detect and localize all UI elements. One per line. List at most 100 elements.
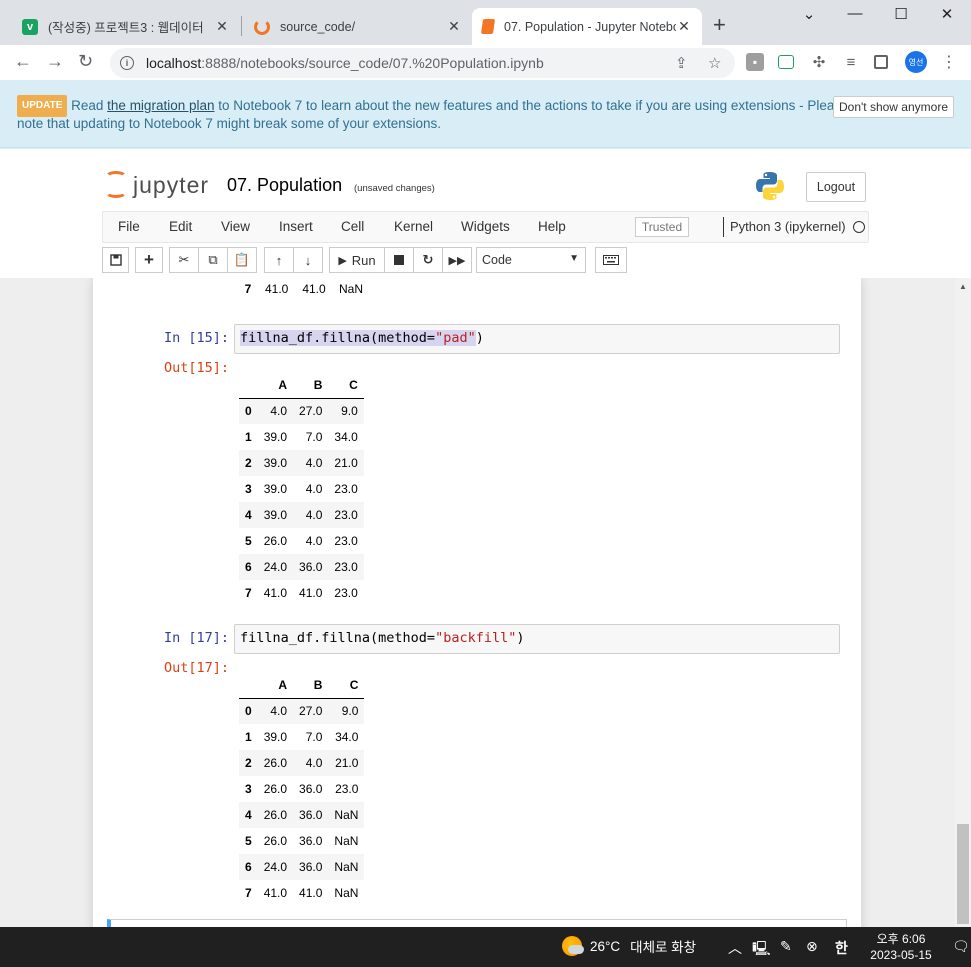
keyboard-shortcuts-icon[interactable] (595, 247, 627, 273)
browser-tab-source-code[interactable]: source_code/ ✕ (244, 8, 472, 45)
table-cell: 24.0 (263, 560, 288, 574)
url-bar[interactable]: i localhost:8888/notebooks/source_code/0… (110, 48, 735, 78)
scrollbar-thumb[interactable] (957, 824, 969, 924)
copy-icon[interactable]: ⧉ (198, 247, 228, 273)
column-header: C (328, 372, 364, 399)
cut-icon[interactable]: ✂ (169, 247, 199, 273)
volume-muted-icon[interactable]: ⊗ (806, 938, 818, 955)
menu-edit[interactable]: Edit (169, 219, 192, 234)
notebook-name[interactable]: 07. Population (227, 175, 342, 196)
network-icon[interactable]: 🖳 (752, 938, 771, 962)
table-cell: 26.0 (263, 534, 288, 548)
paste-icon[interactable]: 📋 (227, 247, 257, 273)
restart-icon[interactable]: ↻ (413, 247, 443, 273)
table-cell: 23.0 (334, 534, 358, 548)
cell-type-select[interactable]: Code ▼ (476, 247, 586, 273)
table-cell: 7.0 (305, 730, 323, 744)
row-index: 0 (245, 704, 252, 719)
browser-tab-strip: v (작성중) 프로젝트3 : 웹데이터 ✕ source_code/ ✕ 07… (0, 0, 971, 45)
table-cell: 39.0 (263, 508, 288, 522)
table-cell: 4.0 (305, 508, 323, 522)
menu-cell[interactable]: Cell (341, 219, 364, 234)
code-cell-input[interactable]: fillna_df.fillna(method="pad") (234, 324, 840, 354)
output-prompt: Out[17]: (163, 660, 229, 676)
move-up-icon[interactable]: ↑ (264, 247, 294, 273)
stop-icon[interactable] (384, 247, 414, 273)
table-cell: 23.0 (335, 782, 359, 796)
show-hidden-icons-icon[interactable]: ︿ (728, 938, 742, 958)
jupyter-logo[interactable]: jupyter (105, 171, 209, 199)
table-cell: NaN (334, 834, 359, 848)
close-window-button[interactable]: ✕ (924, 5, 970, 23)
notebook-toolbar: + ✂ ⧉ 📋 ↑ ↓ ▶ Run ↻ ▶▶ Code ▼ (102, 247, 882, 273)
share-icon[interactable]: ⇪ (675, 54, 688, 72)
migration-plan-link[interactable]: the migration plan (107, 98, 214, 113)
table-cell: 36.0 (299, 834, 323, 848)
media-control-icon[interactable]: ≡ (842, 53, 860, 71)
kernel-name[interactable]: Python 3 (ipykernel) (723, 217, 846, 237)
browser-tab-velog[interactable]: v (작성중) 프로젝트3 : 웹데이터 ✕ (12, 8, 240, 45)
selected-code-cell[interactable] (107, 919, 847, 927)
menu-file[interactable]: File (118, 219, 140, 234)
close-tab-icon[interactable]: ✕ (676, 18, 692, 35)
restart-run-all-icon[interactable]: ▶▶ (442, 247, 472, 273)
browser-tab-population[interactable]: 07. Population - Jupyter Notebo ✕ (472, 8, 702, 45)
profile-avatar[interactable]: 영선 (905, 51, 927, 73)
new-tab-button[interactable]: + (713, 14, 726, 36)
table-row: 5 26.0 4.0 23.0 (239, 528, 364, 554)
menu-view[interactable]: View (221, 219, 250, 234)
save-status: (unsaved changes) (354, 183, 435, 194)
notebook-icon (480, 19, 496, 34)
row-index: 5 (245, 834, 252, 848)
code-cell-input[interactable]: fillna_df.fillna(method="backfill") (234, 624, 840, 654)
tab-title: 07. Population - Jupyter Notebo (504, 19, 676, 34)
minimize-button[interactable]: — (832, 5, 878, 22)
tab-title: (작성중) 프로젝트3 : 웹데이터 (48, 21, 204, 35)
extensions-puzzle-icon[interactable]: ✣ (810, 53, 828, 71)
logout-button[interactable]: Logout (806, 172, 866, 202)
back-icon[interactable]: ← (14, 51, 32, 72)
table-cell: 36.0 (299, 860, 323, 874)
trusted-indicator[interactable]: Trusted (635, 217, 689, 237)
menu-insert[interactable]: Insert (279, 219, 313, 234)
save-icon[interactable] (102, 247, 129, 273)
site-info-icon[interactable]: i (120, 56, 134, 70)
system-clock[interactable]: 오후 6:06 2023-05-15 (866, 931, 936, 963)
move-down-icon[interactable]: ↓ (293, 247, 323, 273)
close-tab-icon[interactable]: ✕ (214, 18, 230, 35)
maximize-button[interactable]: ☐ (878, 5, 924, 23)
bookmark-star-icon[interactable]: ☆ (708, 54, 721, 72)
insert-cell-icon[interactable]: + (135, 247, 163, 273)
url-text[interactable]: localhost:8888/notebooks/source_code/07.… (146, 55, 544, 71)
side-panel-icon[interactable] (874, 55, 888, 69)
menu-help[interactable]: Help (538, 219, 566, 234)
table-cell: NaN (334, 860, 359, 874)
dont-show-anymore-button[interactable]: Don't show anymore (833, 96, 954, 118)
reload-icon[interactable]: ↻ (78, 51, 93, 72)
forward-icon[interactable]: → (46, 51, 64, 72)
page-scrollbar[interactable]: ▲ (955, 278, 971, 927)
pen-icon[interactable]: ✎ (780, 938, 792, 955)
column-header: A (257, 372, 294, 399)
tab-search-icon[interactable]: ⌄ (786, 5, 832, 23)
notifications-icon[interactable]: 🗨 (952, 938, 970, 955)
extension-screen-icon[interactable] (778, 55, 794, 69)
browser-menu-icon[interactable]: ⋮ (940, 53, 958, 71)
scroll-up-icon[interactable]: ▲ (959, 282, 967, 291)
weather-widget[interactable]: 26°C 대체로 화창 (562, 936, 696, 956)
table-row: 3 39.0 4.0 23.0 (239, 476, 364, 502)
input-prompt: In [15]: (163, 330, 229, 346)
extension-avatar-icon[interactable]: ▪ (746, 53, 764, 71)
table-row: 4 39.0 4.0 23.0 (239, 502, 364, 528)
clock-date: 2023-05-15 (870, 948, 932, 962)
notebook-scroll-area[interactable]: 7 41.0 41.0 NaN In [15]: fillna_df.filln… (0, 278, 955, 927)
row-index: 3 (245, 482, 252, 496)
table-row: 4 26.0 36.0 NaN (239, 802, 365, 828)
menu-widgets[interactable]: Widgets (461, 219, 510, 234)
ime-indicator[interactable]: 한 (835, 938, 848, 958)
run-icon: ▶ (338, 254, 347, 267)
table-cell: 23.0 (334, 586, 358, 600)
menu-kernel[interactable]: Kernel (394, 219, 433, 234)
run-button[interactable]: ▶ Run (329, 247, 385, 273)
close-tab-icon[interactable]: ✕ (446, 18, 462, 35)
